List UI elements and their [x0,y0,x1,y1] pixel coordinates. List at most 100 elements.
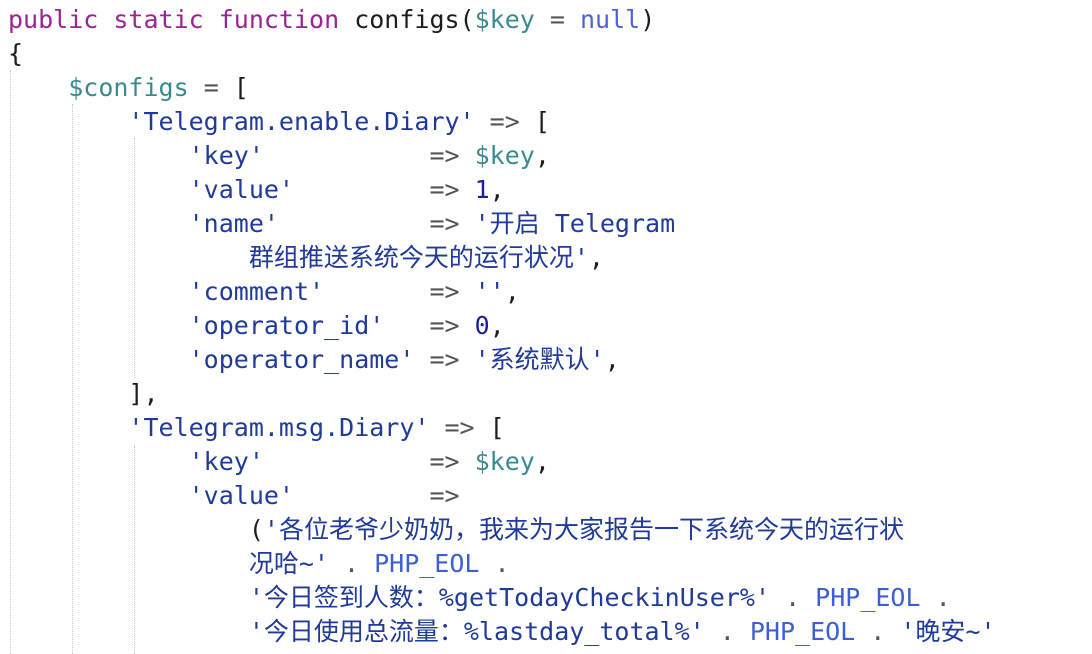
code-line: 'operator_name' => '系统默认', [8,343,620,377]
code-token: [ [534,107,550,136]
code-token: => [429,311,475,340]
code-token: 'Telegram.msg.Diary' [128,413,430,442]
code-token: . [328,549,375,578]
code-token: '今日签到人数：%getTodayCheckinUser%' [248,583,771,612]
code-token: . [920,583,951,612]
code-token: 'name' [188,209,279,238]
code-line: 'name' => '开启 Telegram [8,207,676,241]
code-token: => [429,447,475,476]
code-line: 'Telegram.enable.Diary' => [ [8,105,550,139]
code-token: '' [474,277,505,306]
code-token: $key [474,5,535,34]
code-line: 况哈~' . PHP_EOL . [8,547,510,581]
code-line: 'key' => $key, [8,445,550,479]
code-token: PHP_EOL [815,583,921,612]
code-token: , [504,277,520,306]
code-token: => [429,413,490,442]
code-token: , [534,141,550,170]
code-token: => [429,209,475,238]
code-line: '今日使用总流量：%lastday_total%' . PHP_EOL . '晚… [8,615,996,649]
code-token: [ [489,413,505,442]
code-token: $key [474,447,535,476]
code-line: { [8,37,23,71]
code-token: 0 [474,311,490,340]
code-token: , [604,345,620,374]
code-token: '晚安~' [900,617,996,646]
code-token: '今日使用总流量：%lastday_total%' [248,617,705,646]
code-token: 1 [474,175,490,204]
code-token: 'Telegram.enable.Diary' [128,107,475,136]
code-token: , [489,175,505,204]
code-line: 'operator_id' => 0, [8,309,505,343]
code-token: [ [233,73,249,102]
code-token: null [579,5,641,34]
code-line: 'comment' => '', [8,275,520,309]
code-line: public static function configs($key = nu… [8,3,655,37]
code-token: 况哈~' [248,549,329,578]
code-line: 'key' => $key, [8,139,550,173]
code-token: PHP_EOL [749,617,856,646]
code-editor[interactable]: public static function configs($key = nu… [0,0,1092,654]
code-token: '各位老爷少奶奶，我来为大家报告一下系统今天的运行状 [263,515,904,544]
code-line: 'value' => [8,479,460,513]
code-token: ) [640,5,656,34]
code-token: => [429,141,475,170]
code-token: => [429,345,475,374]
code-token: . [479,549,510,578]
code-line: $configs = [ [8,71,249,105]
code-token: => [429,175,475,204]
code-token: configs( [339,5,475,34]
code-line: 群组推送系统今天的运行状况', [8,241,604,275]
code-line: 'value' => 1, [8,173,505,207]
code-token: = [534,5,580,34]
code-token: 'operator_name' [188,345,415,374]
code-token: 'comment' [188,277,325,306]
code-token: . [704,617,750,646]
code-token: ( [248,515,264,544]
code-token: 群组推送系统今天的运行状况' [248,243,589,272]
code-token: '开启 Telegram [474,209,676,238]
code-token: , [588,243,604,272]
code-token: => [429,481,460,510]
code-token: 'value' [188,175,294,204]
code-token: => [474,107,535,136]
code-token: ], [8,379,159,408]
code-token: { [8,39,24,68]
code-token: '系统默认' [474,345,605,374]
code-token: $configs [68,73,189,102]
code-line: ], [8,377,159,411]
code-token: PHP_EOL [374,549,480,578]
code-token: 'operator_id' [188,311,385,340]
code-line: '今日签到人数：%getTodayCheckinUser%' . PHP_EOL… [8,581,951,615]
code-token: = [188,73,234,102]
code-line: 'Telegram.msg.Diary' => [ [8,411,505,445]
code-token: 'key' [188,141,264,170]
code-token: , [489,311,505,340]
code-token: . [770,583,816,612]
code-token: public static function [8,5,340,34]
code-token: => [429,277,475,306]
